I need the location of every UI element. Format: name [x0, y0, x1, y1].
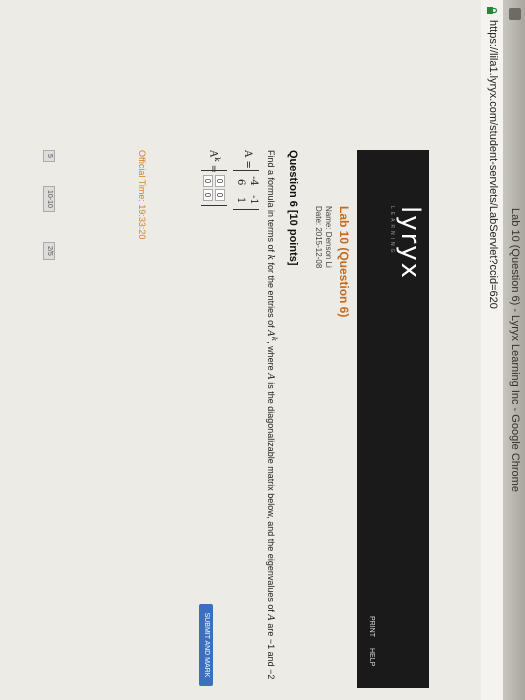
question-title: Question 6 [10 points]: [287, 150, 299, 266]
url-text[interactable]: https://lila1.lyryx.com/student-servlets…: [487, 20, 499, 309]
taskbar-item[interactable]: 5: [43, 150, 55, 162]
submit-and-mark-button[interactable]: SUBMIT AND MARK: [199, 604, 213, 686]
matrix-a-entry: 1: [235, 197, 246, 204]
matrix-a-entry: 6: [235, 179, 246, 186]
matrix-a-entry: -4: [248, 176, 259, 186]
answer-entry-field[interactable]: 0: [215, 175, 225, 187]
photographed-screen: Lab 10 (Question 6) - Lyryx Learning Inc…: [0, 0, 525, 700]
answer-entry-field[interactable]: 0: [203, 189, 213, 201]
window-title: Lab 10 (Question 6) - Lyryx Learning Inc…: [509, 208, 521, 492]
window-title-bar: Lab 10 (Question 6) - Lyryx Learning Inc…: [502, 0, 525, 700]
address-bar[interactable]: https://lila1.lyryx.com/student-servlets…: [480, 0, 503, 700]
matrix-a-entry: -1: [248, 195, 259, 205]
matrix-ak-input: 0 0 0 0: [201, 170, 227, 206]
lock-icon: [487, 7, 498, 14]
question-text: Find a formula in terms of k for the ent…: [265, 150, 279, 680]
help-link[interactable]: HELP: [368, 648, 375, 666]
taskbar-strip: 5 10-10 2/5: [43, 150, 55, 688]
lyryx-logo: lyryx: [395, 206, 425, 281]
print-link[interactable]: PRINT: [368, 616, 375, 637]
matrix-a: -4 -1 6 1: [233, 170, 259, 210]
official-time: Official Time: 19:33:20: [137, 150, 147, 240]
student-name: Name: Denson Li: [324, 206, 333, 268]
taskbar-item[interactable]: 10-10: [43, 186, 55, 212]
taskbar-item[interactable]: 2/5: [43, 242, 55, 260]
lab-title: Lab 10 (Question 6): [337, 206, 351, 318]
matrix-a-label: A =: [242, 150, 253, 169]
logo-tagline: LEARNING: [389, 206, 395, 256]
answer-entry-field[interactable]: 0: [203, 175, 213, 187]
answer-entry-field[interactable]: 0: [215, 189, 225, 201]
lab-date: Date: 2015-12-08: [314, 206, 323, 269]
